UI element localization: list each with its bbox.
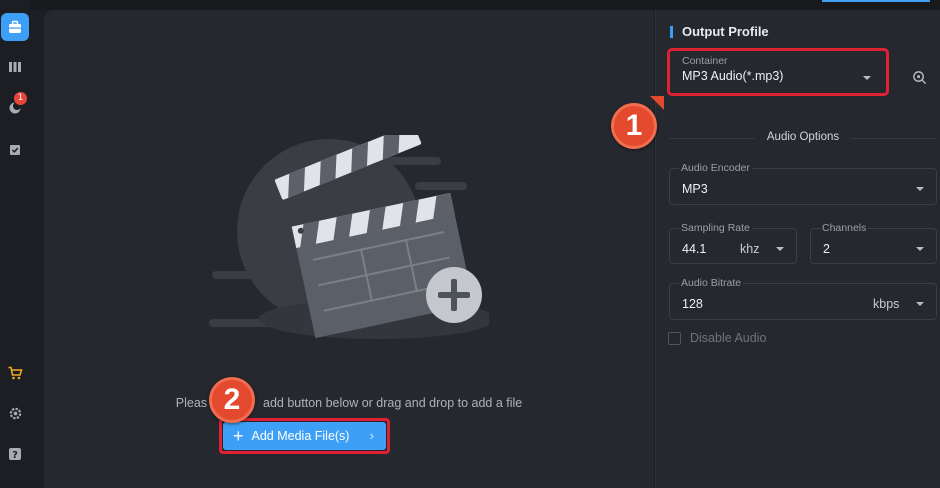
channels-select[interactable]: Channels 2 bbox=[810, 222, 937, 264]
disable-audio-row[interactable]: Disable Audio bbox=[668, 331, 766, 345]
audio-encoder-value: MP3 bbox=[682, 182, 708, 196]
hint-prefix: Pleas bbox=[175, 396, 208, 410]
sampling-rate-select[interactable]: Sampling Rate 44.1 khz bbox=[669, 222, 797, 264]
disable-audio-checkbox[interactable] bbox=[668, 331, 681, 345]
top-strip bbox=[30, 0, 940, 10]
rail-library-button[interactable] bbox=[1, 53, 29, 81]
clapperboard-add-illustration bbox=[209, 135, 489, 339]
toolbox-icon bbox=[9, 20, 21, 33]
media-drop-area[interactable]: Pleas add button below or drag and drop t… bbox=[44, 10, 654, 488]
container-value: MP3 Audio(*.mp3) bbox=[682, 69, 784, 83]
sampling-rate-unit: khz bbox=[740, 242, 760, 256]
gear-icon bbox=[9, 407, 21, 419]
container-label: Container bbox=[682, 55, 728, 67]
left-nav-rail: 1 ? bbox=[0, 0, 30, 488]
chevron-down-icon bbox=[916, 302, 924, 306]
svg-text:?: ? bbox=[12, 450, 18, 461]
disable-audio-label: Disable Audio bbox=[690, 331, 767, 345]
top-accent-bar bbox=[822, 0, 930, 2]
channels-value: 2 bbox=[823, 242, 830, 256]
chevron-down-icon bbox=[916, 247, 924, 251]
add-media-files-label: Add Media File(s) bbox=[251, 429, 350, 443]
settings-icon[interactable] bbox=[912, 70, 927, 85]
chevron-down-icon bbox=[863, 76, 871, 80]
rail-help-button[interactable]: ? bbox=[1, 440, 29, 468]
audio-bitrate-value: 128 bbox=[682, 297, 703, 311]
rail-settings-button[interactable] bbox=[1, 399, 29, 427]
plus-icon: + bbox=[233, 426, 244, 446]
rail-toolbox-button[interactable] bbox=[1, 13, 29, 41]
checklist-icon bbox=[10, 145, 20, 155]
add-media-files-button[interactable]: + Add Media File(s) › bbox=[223, 422, 386, 450]
audio-bitrate-label: Audio Bitrate bbox=[679, 277, 744, 289]
audio-encoder-label: Audio Encoder bbox=[679, 162, 752, 174]
drop-hint-text: Pleas add button below or drag and drop t… bbox=[44, 396, 654, 410]
chevron-right-icon: › bbox=[369, 428, 374, 443]
callout-marker-2: 2 bbox=[209, 377, 255, 423]
callout-marker-1: 1 bbox=[611, 103, 657, 149]
rail-tasks-button[interactable] bbox=[1, 136, 29, 164]
audio-bitrate-select[interactable]: Audio Bitrate 128 kbps bbox=[669, 277, 937, 320]
channels-label: Channels bbox=[820, 222, 869, 234]
chevron-down-icon bbox=[776, 247, 784, 251]
chevron-down-icon bbox=[916, 187, 924, 191]
divider-right bbox=[850, 138, 936, 139]
audio-bitrate-unit: kbps bbox=[873, 297, 900, 311]
output-profile-title: Output Profile bbox=[670, 25, 769, 38]
sampling-rate-value: 44.1 bbox=[682, 242, 707, 256]
audio-options-title: Audio Options bbox=[766, 131, 840, 143]
help-icon: ? bbox=[9, 448, 21, 461]
hint-suffix: add button below or drag and drop to add… bbox=[263, 396, 523, 410]
cart-icon bbox=[8, 366, 23, 380]
rail-schedule-button[interactable]: 1 bbox=[1, 92, 29, 122]
library-icon bbox=[9, 62, 21, 72]
rail-cart-button[interactable] bbox=[1, 359, 29, 387]
audio-encoder-select[interactable]: Audio Encoder MP3 bbox=[669, 162, 937, 205]
container-select[interactable]: Container MP3 Audio(*.mp3) bbox=[671, 55, 885, 92]
callout-1-tail bbox=[650, 96, 664, 110]
sampling-rate-label: Sampling Rate bbox=[679, 222, 752, 234]
notification-badge: 1 bbox=[14, 92, 27, 105]
